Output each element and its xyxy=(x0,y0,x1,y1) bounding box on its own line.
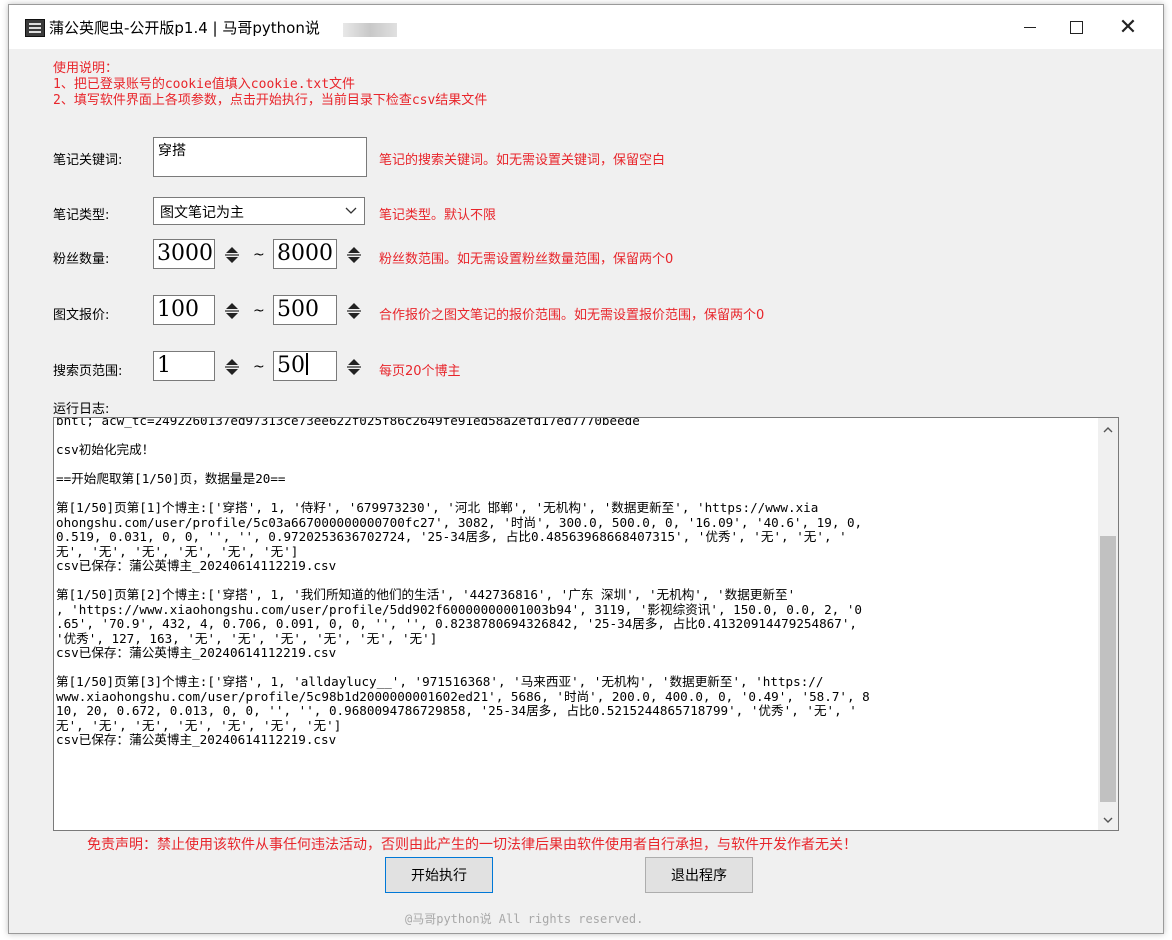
scroll-up-icon[interactable] xyxy=(1102,424,1114,436)
window-title: 蒲公英爬虫-公开版p1.4 | 马哥python说 xyxy=(49,19,320,37)
chevron-down-icon xyxy=(345,207,357,214)
spin-arrows-icon[interactable] xyxy=(222,300,242,322)
fans-min-spinner[interactable]: 3000 xyxy=(153,239,239,269)
quit-button[interactable]: 退出程序 xyxy=(645,857,753,893)
fans-max-spinner[interactable]: 8000 xyxy=(273,239,361,269)
log-line: , 'https://www.xiaohongshu.com/user/prof… xyxy=(56,602,863,617)
note-type-select[interactable]: 图文笔记为主 xyxy=(153,197,365,225)
spin-arrows-icon[interactable] xyxy=(222,356,242,378)
pages-range-separator: ~ xyxy=(253,359,265,375)
note-type-selected: 图文笔记为主 xyxy=(160,205,244,221)
usage-line: 使用说明： xyxy=(53,61,119,76)
price-label: 图文报价: xyxy=(53,308,110,323)
app-window: 蒲公英爬虫-公开版p1.4 | 马哥python说 ✕ 使用说明： 1、把已登录… xyxy=(8,4,1164,934)
spin-arrows-icon[interactable] xyxy=(344,356,364,378)
log-line: .65', '70.9', 432, 4, 0.706, 0.091, 0, 0… xyxy=(56,617,858,631)
log-line: csv已保存：蒲公英博主_20240614112219.csv xyxy=(56,733,337,747)
log-line: csv已保存：蒲公英博主_20240614112219.csv xyxy=(56,559,337,573)
scroll-thumb[interactable] xyxy=(1100,536,1116,802)
pages-hint: 每页20个博主 xyxy=(379,364,461,379)
log-line: csv已保存：蒲公英博主_20240614112219.csv xyxy=(56,646,337,660)
usage-line: 2、填写软件界面上各项参数，点击开始执行，当前目录下检查csv结果文件 xyxy=(53,93,488,108)
keyword-input[interactable]: 穿搭 xyxy=(153,137,367,177)
maximize-icon xyxy=(1069,20,1083,34)
minimize-icon xyxy=(1024,26,1036,28)
pages-max-spinner[interactable]: 50 xyxy=(273,351,361,381)
start-button[interactable]: 开始执行 xyxy=(385,857,493,893)
usage-line: 1、把已登录账号的cookie值填入cookie.txt文件 xyxy=(53,77,356,92)
price-range-separator: ~ xyxy=(253,303,265,319)
log-line: 第[1/50]页第[2]个博主:['穿搭', 1, '我们所知道的他们的生活',… xyxy=(56,588,796,602)
log-line: 无', '无', '无', '无', '无', '无', '无'] xyxy=(56,718,342,733)
log-line: www.xiaohongshu.com/user/profile/5c98b1d… xyxy=(56,689,870,704)
scroll-down-icon[interactable] xyxy=(1102,814,1114,826)
log-line: 10, 20, 0.672, 0.013, 0, 0, '', '', 0.96… xyxy=(56,704,857,718)
log-line: 第[1/50]页第[1]个博主:['穿搭', 1, '侍籽', '6799732… xyxy=(56,501,819,515)
fans-label: 粉丝数量: xyxy=(53,252,110,267)
text-caret xyxy=(306,353,308,375)
pages-label: 搜索页范围: xyxy=(53,364,123,379)
run-log-textarea[interactable]: bhtl; acw_tc=2492260137ed97313ce73ee622f… xyxy=(53,417,1119,831)
fans-max-value: 8000 xyxy=(277,241,333,266)
note-type-label: 笔记类型: xyxy=(53,208,110,223)
keyword-label: 笔记关键词: xyxy=(53,153,123,168)
close-icon: ✕ xyxy=(1118,14,1138,40)
disclaimer-text: 免责声明：禁止使用该软件从事任何违法活动，否则由此产生的一切法律后果由软件使用者… xyxy=(87,837,857,853)
price-min-value: 100 xyxy=(157,297,199,322)
spin-arrows-icon[interactable] xyxy=(344,244,364,266)
log-line: ohongshu.com/user/profile/5c03a667000000… xyxy=(56,515,863,530)
price-hint: 合作报价之图文笔记的报价范围。如无需设置报价范围，保留两个0 xyxy=(379,308,765,323)
log-content: bhtl; acw_tc=2492260137ed97313ce73ee622f… xyxy=(56,417,1098,748)
log-line: ==开始爬取第[1/50]页，数据量是20== xyxy=(56,472,286,486)
spin-arrows-icon[interactable] xyxy=(222,244,242,266)
close-button[interactable]: ✕ xyxy=(1105,5,1151,49)
log-line: 0.519, 0.031, 0, 0, '', '', 0.9720253636… xyxy=(56,530,847,544)
log-line: 第[1/50]页第[3]个博主:['穿搭', 1, 'alldaylucy__'… xyxy=(56,675,824,689)
minimize-button[interactable] xyxy=(1007,5,1053,49)
copyright-footer: @马哥python说 All rights reserved. xyxy=(405,912,644,926)
note-type-hint: 笔记类型。默认不限 xyxy=(379,208,497,223)
log-line: '优秀', 127, 163, '无', '无', '无', '无', '无',… xyxy=(56,631,438,646)
pages-min-spinner[interactable]: 1 xyxy=(153,351,239,381)
price-max-spinner[interactable]: 500 xyxy=(273,295,361,325)
log-line: bhtl; acw_tc=2492260137ed97313ce73ee622f… xyxy=(56,417,640,428)
price-min-spinner[interactable]: 100 xyxy=(153,295,239,325)
maximize-button[interactable] xyxy=(1053,5,1099,49)
log-line: csv初始化完成！ xyxy=(56,443,155,457)
app-icon xyxy=(25,19,45,37)
fans-range-separator: ~ xyxy=(253,247,265,263)
fans-hint: 粉丝数范围。如无需设置粉丝数量范围，保留两个0 xyxy=(379,252,674,267)
log-scrollbar[interactable] xyxy=(1098,418,1118,830)
spin-arrows-icon[interactable] xyxy=(344,300,364,322)
usage-instructions: 使用说明： 1、把已登录账号的cookie值填入cookie.txt文件 2、填… xyxy=(53,61,487,109)
price-max-value: 500 xyxy=(277,297,319,322)
fans-min-value: 3000 xyxy=(157,241,213,266)
title-bar[interactable]: 蒲公英爬虫-公开版p1.4 | 马哥python说 ✕ xyxy=(9,5,1163,49)
keyword-hint: 笔记的搜索关键词。如无需设置关键词，保留空白 xyxy=(379,153,666,168)
pages-min-value: 1 xyxy=(157,353,171,378)
blurred-title-region xyxy=(343,23,397,37)
log-label: 运行日志: xyxy=(53,402,110,417)
log-line: 无', '无', '无', '无', '无', '无'] xyxy=(56,544,299,559)
pages-max-value: 50 xyxy=(277,353,305,378)
